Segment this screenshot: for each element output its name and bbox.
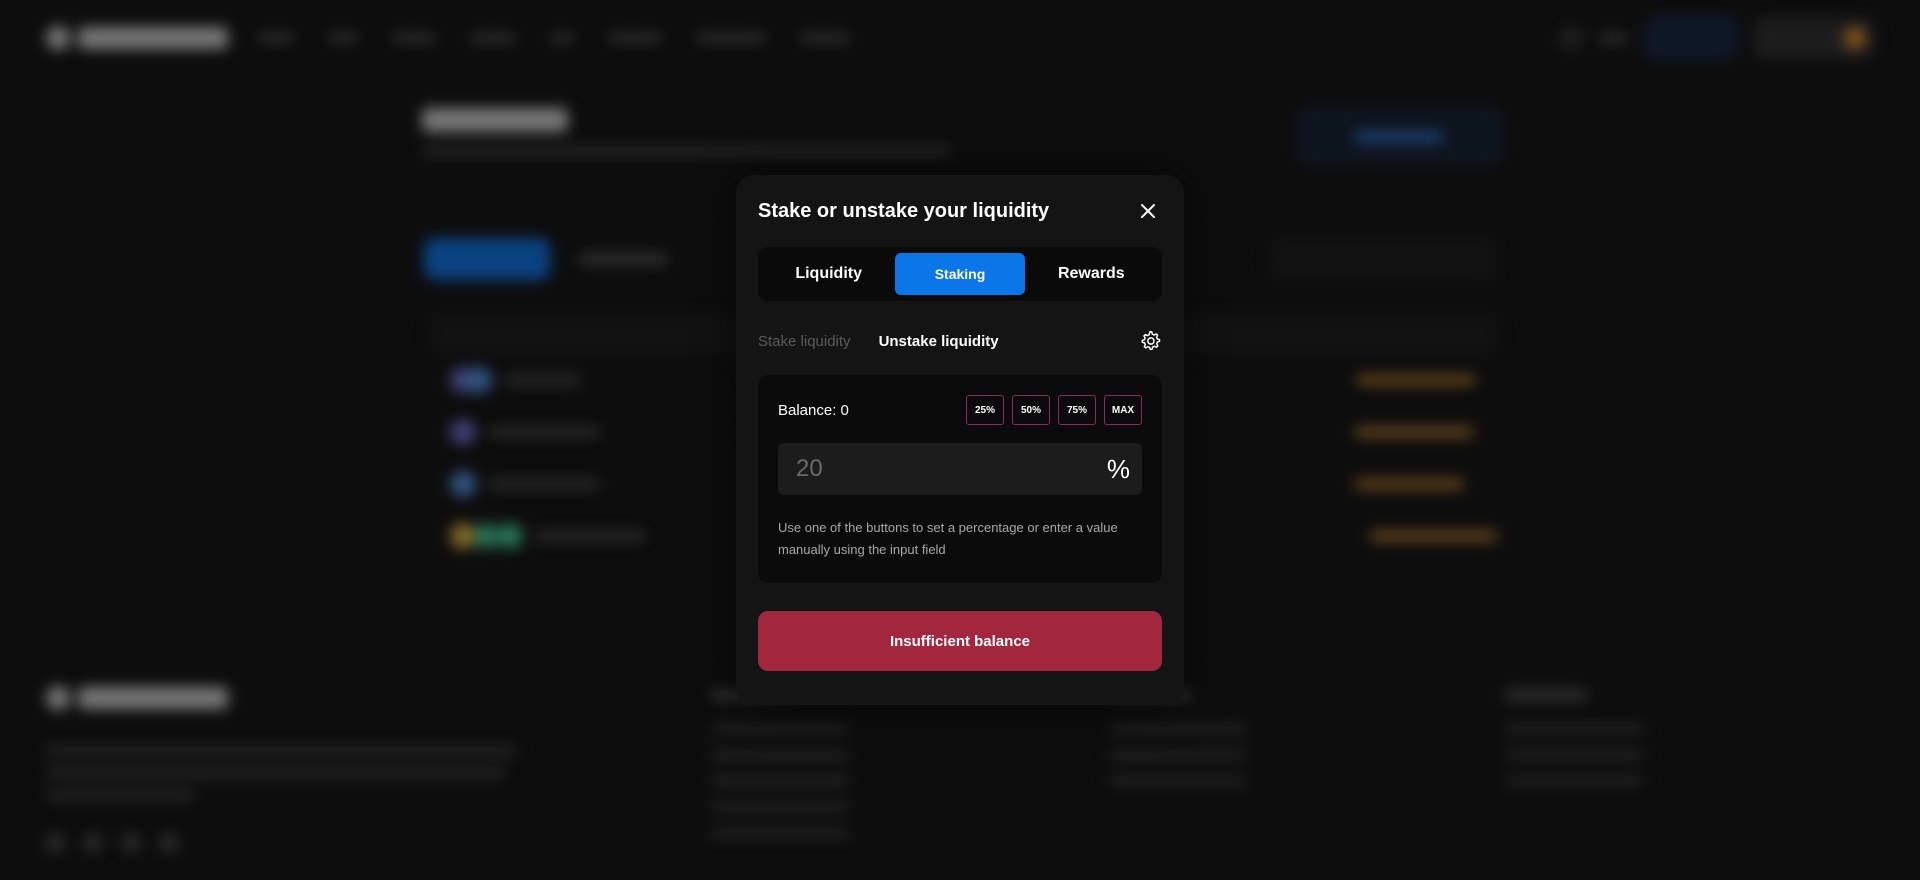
percent-25-button[interactable]: 25%: [966, 395, 1004, 425]
percent-50-button[interactable]: 50%: [1012, 395, 1050, 425]
tab-staking[interactable]: Staking: [895, 253, 1025, 295]
unstake-card: Balance: 0 25% 50% 75% MAX % Use one of …: [758, 375, 1162, 583]
background-cta: [1298, 110, 1502, 162]
tab-rewards[interactable]: Rewards: [1027, 253, 1156, 295]
percent-sign: %: [1106, 453, 1130, 484]
amount-input[interactable]: [796, 455, 1107, 483]
percent-max-button[interactable]: MAX: [1104, 395, 1142, 425]
segment-tabs: Liquidity Staking Rewards: [758, 247, 1162, 301]
stake-subtabs: Stake liquidity Unstake liquidity: [758, 327, 1162, 355]
subtab-unstake-liquidity[interactable]: Unstake liquidity: [879, 333, 999, 350]
tab-liquidity[interactable]: Liquidity: [764, 253, 893, 295]
background-search: [1270, 238, 1496, 280]
modal-header: Stake or unstake your liquidity: [758, 197, 1162, 225]
background-page-subtitle: [422, 146, 952, 156]
percent-buttons: 25% 50% 75% MAX: [966, 395, 1142, 425]
subtab-stake-liquidity[interactable]: Stake liquidity: [758, 333, 851, 350]
balance-label: Balance: 0: [778, 401, 849, 419]
background-tab-active: [424, 238, 550, 280]
close-icon: [1141, 204, 1155, 218]
close-button[interactable]: [1134, 197, 1162, 225]
stake-modal: Stake or unstake your liquidity Liquidit…: [736, 175, 1184, 705]
background-navbar: [46, 17, 1874, 59]
background-nav-right: [1562, 17, 1874, 59]
hint-text: Use one of the buttons to set a percenta…: [778, 520, 1118, 557]
background-page-title: [422, 106, 568, 140]
gear-icon: [1141, 330, 1161, 351]
amount-field: %: [778, 443, 1142, 495]
settings-button[interactable]: [1138, 329, 1162, 353]
balance-row: Balance: 0 25% 50% 75% MAX: [778, 395, 1142, 425]
background-tab: [578, 254, 668, 264]
percent-75-button[interactable]: 75%: [1058, 395, 1096, 425]
background-nav-items: [258, 34, 850, 42]
background-logo: [46, 26, 228, 50]
modal-title: Stake or unstake your liquidity: [758, 199, 1050, 222]
insufficient-balance-button[interactable]: Insufficient balance: [758, 611, 1162, 671]
